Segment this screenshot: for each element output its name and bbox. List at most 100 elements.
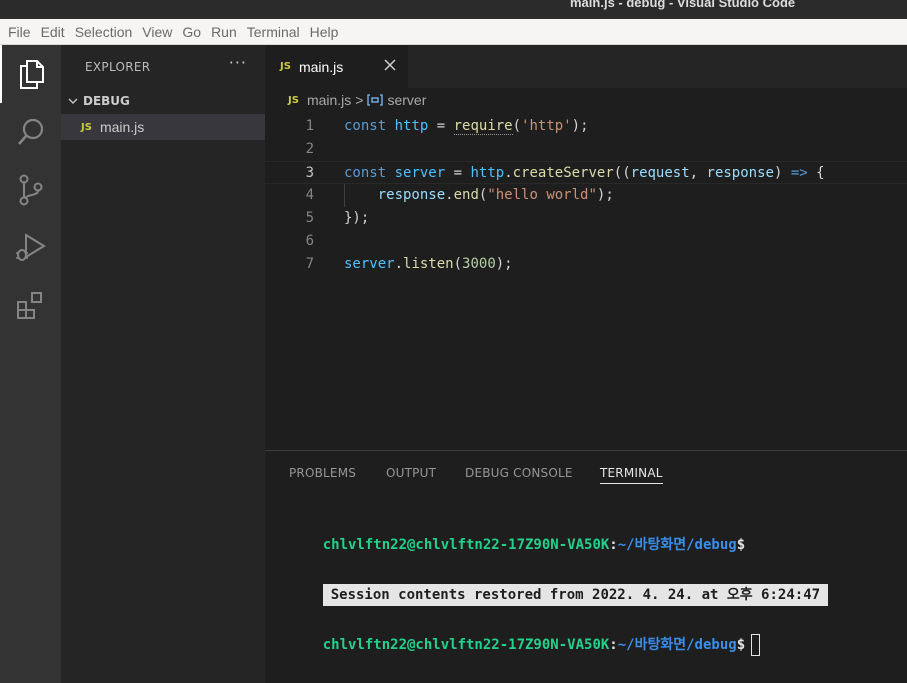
code-token: .	[445, 187, 454, 203]
run-debug-icon	[15, 233, 46, 261]
menu-run[interactable]: Run	[206, 19, 242, 45]
line-number: 3	[305, 165, 314, 181]
code-line[interactable]: 4 response.end("hello world");	[265, 184, 907, 207]
explorer-icon	[19, 60, 44, 89]
prompt-dollar: $	[736, 537, 746, 553]
menu-edit[interactable]: Edit	[36, 19, 70, 45]
code-token: );	[571, 118, 589, 134]
code-token: ,	[689, 165, 707, 181]
tab-label: main.js	[298, 58, 344, 75]
menu-go[interactable]: Go	[177, 19, 206, 45]
code-token: (	[453, 256, 463, 272]
bottom-panel: PROBLEMS OUTPUT DEBUG CONSOLE TERMINAL c…	[265, 450, 907, 683]
line-number: 1	[305, 118, 314, 134]
breadcrumb-file[interactable]: main.js	[307, 92, 351, 108]
menu-selection[interactable]: Selection	[70, 19, 138, 45]
terminal-prompt-line[interactable]: chlvlftn22@chlvlftn22-17Z90N-VA50K:~/바탕화…	[289, 512, 745, 553]
code-token: 'http'	[521, 118, 572, 134]
code-token: =	[445, 165, 471, 181]
code-text: server.listen(3000);	[344, 253, 513, 276]
terminal-prompt-line-current[interactable]: chlvlftn22@chlvlftn22-17Z90N-VA50K:~/바탕화…	[289, 612, 761, 656]
code-token: 3000	[462, 256, 496, 272]
line-number: 7	[305, 256, 314, 272]
code-token: });	[344, 210, 370, 226]
line-number: 4	[305, 187, 314, 203]
activity-extensions[interactable]	[0, 277, 61, 335]
menu-view[interactable]: View	[137, 19, 177, 45]
code-line[interactable]: 6	[265, 230, 907, 253]
terminal-cursor	[751, 634, 761, 656]
code-line[interactable]: 2	[265, 138, 907, 161]
tab-main-js[interactable]: JS main.js	[265, 45, 408, 88]
prompt-colon: :	[609, 537, 618, 553]
activity-search[interactable]	[0, 103, 61, 161]
code-token: (	[512, 118, 522, 134]
tab-problems[interactable]: PROBLEMS	[289, 466, 356, 483]
folder-section-debug[interactable]: DEBUG	[61, 90, 265, 112]
code-line[interactable]: 7 server.listen(3000);	[265, 253, 907, 276]
terminal-restore-line: Session contents restored from 2022. 4. …	[289, 562, 829, 606]
code-token: {	[807, 165, 825, 181]
folder-name: DEBUG	[83, 94, 130, 108]
explorer-title: EXPLORER	[85, 59, 151, 74]
code-token: =	[428, 118, 454, 134]
variable-symbol-icon	[367, 93, 384, 107]
code-line[interactable]: 1 const http = require('http');	[265, 115, 907, 138]
prompt-path: ~/바탕화면/debug	[617, 537, 737, 553]
code-token: listen	[403, 256, 454, 272]
chevron-down-icon	[67, 95, 79, 107]
file-item-main-js[interactable]: JS main.js	[61, 114, 265, 140]
menu-help[interactable]: Help	[305, 19, 344, 45]
prompt-user: chlvlftn22@chlvlftn22-17Z90N-VA50K	[322, 537, 610, 553]
code-token: request	[630, 165, 690, 181]
code-token: http	[394, 118, 429, 134]
line-number: 5	[305, 210, 314, 226]
code-token: ((	[613, 165, 631, 181]
close-icon[interactable]	[382, 57, 398, 73]
code-token: =>	[790, 165, 808, 181]
code-token: end	[453, 187, 479, 203]
session-restored-message: Session contents restored from 2022. 4. …	[322, 584, 829, 606]
activity-run-debug[interactable]	[0, 219, 61, 277]
prompt-path: ~/바탕화면/debug	[617, 637, 737, 653]
window-title: main.js - debug - Visual Studio Code	[570, 0, 796, 10]
file-name: main.js	[99, 119, 145, 135]
extensions-icon	[16, 292, 42, 319]
code-line[interactable]: 5});	[265, 207, 907, 230]
line-number: 2	[305, 141, 314, 157]
code-token: );	[495, 256, 513, 272]
menu-bar: File Edit Selection View Go Run Terminal…	[0, 19, 907, 45]
breadcrumb-separator: >	[355, 92, 364, 108]
more-actions-icon[interactable]: ···	[229, 53, 247, 72]
activity-explorer[interactable]	[0, 45, 61, 103]
code-token: server	[394, 165, 446, 181]
code-token: const	[344, 165, 387, 181]
tab-terminal[interactable]: TERMINAL	[600, 466, 663, 484]
activity-source-control[interactable]	[0, 161, 61, 219]
code-token: response	[377, 187, 446, 203]
prompt-colon: :	[609, 637, 618, 653]
prompt-user: chlvlftn22@chlvlftn22-17Z90N-VA50K	[322, 637, 610, 653]
panel-tabs: PROBLEMS OUTPUT DEBUG CONSOLE TERMINAL	[265, 451, 907, 495]
code-text: });	[344, 207, 369, 230]
code-line[interactable]: 3 const server = http.createServer((reque…	[265, 161, 907, 184]
explorer-sidebar: EXPLORER ··· DEBUG JS main.js	[61, 45, 265, 683]
tab-debug-console[interactable]: DEBUG CONSOLE	[465, 466, 573, 483]
code-token: server	[344, 256, 395, 272]
js-file-icon: JS	[288, 94, 299, 106]
line-number: 6	[305, 233, 314, 249]
code-editor[interactable]: 1 const http = require('http'); 2 3 const se…	[265, 112, 907, 450]
menu-terminal[interactable]: Terminal	[242, 19, 305, 45]
breadcrumb-symbol[interactable]: server	[387, 92, 426, 108]
code-text: const server = http.createServer((reques…	[344, 162, 825, 185]
code-text: response.end("hello world");	[344, 184, 614, 207]
breadcrumb: JS main.js > server	[265, 88, 907, 112]
code-token: .	[394, 256, 404, 272]
code-token: const	[344, 118, 387, 134]
code-token: );	[596, 187, 614, 203]
code-token: createServer	[512, 165, 614, 181]
tab-output[interactable]: OUTPUT	[386, 466, 436, 483]
menu-file[interactable]: File	[3, 19, 36, 45]
